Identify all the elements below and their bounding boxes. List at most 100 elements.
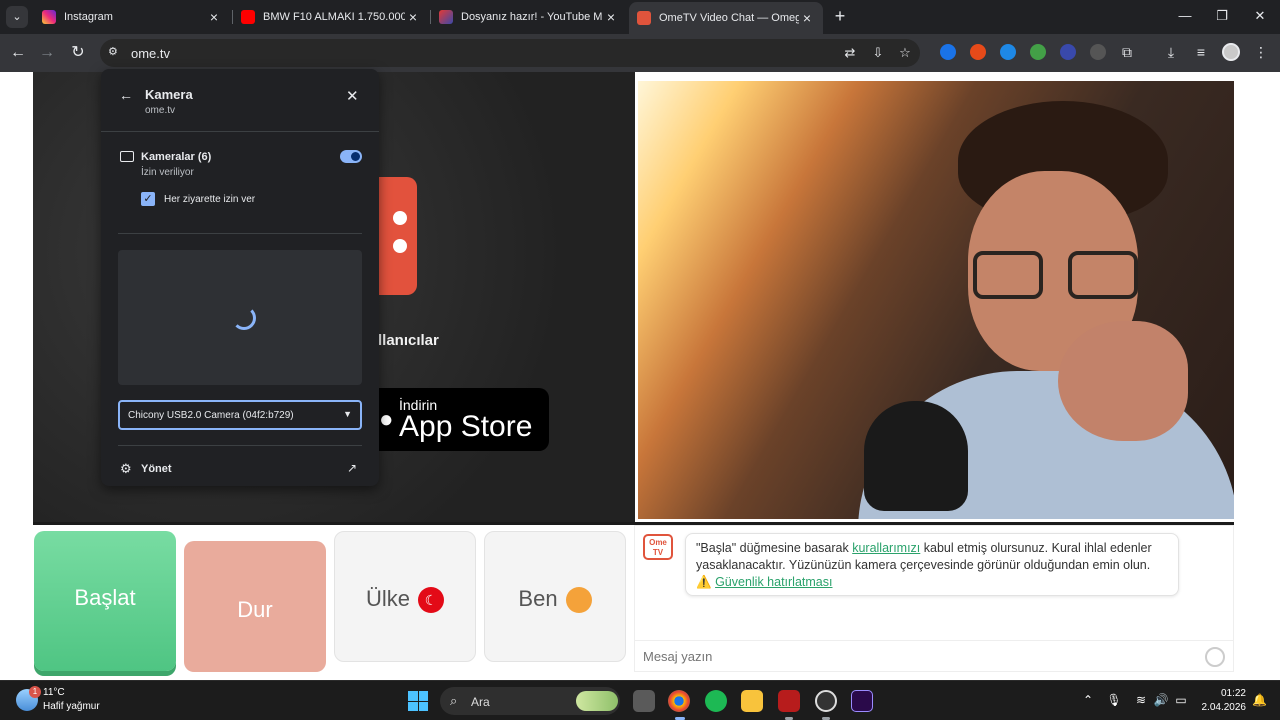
ometv-icon xyxy=(637,11,651,25)
taskbar-search[interactable]: ⌕ Ara xyxy=(440,687,620,715)
turkey-flag-icon: ☾ xyxy=(418,587,444,614)
extension-icon[interactable] xyxy=(1000,44,1016,60)
cameras-label: Kameralar (6) xyxy=(141,151,212,163)
youtube-icon xyxy=(241,10,255,24)
camera-icon xyxy=(120,151,134,162)
system-message: "Başla" düğmesine basarak kurallarımızı … xyxy=(685,533,1179,596)
close-tab-icon[interactable]: × xyxy=(603,9,619,25)
new-tab-button[interactable]: + xyxy=(830,6,850,26)
close-tab-icon[interactable]: × xyxy=(799,10,815,26)
forward-button[interactable]: → xyxy=(36,42,58,64)
ometv-logo: Ome TV xyxy=(643,534,673,560)
message-input[interactable] xyxy=(643,649,1183,664)
close-tab-icon[interactable]: × xyxy=(206,9,222,25)
start-button[interactable]: Başlat xyxy=(34,531,176,671)
bookmark-star-icon[interactable]: ☆ xyxy=(897,45,913,61)
windows-taskbar: 1 11°C Hafif yağmur ⌕ Ara ⌃ 🎙 ≋ 🔊 ▭ 01:2… xyxy=(0,680,1280,720)
system-clock[interactable]: 01:22 2.04.2026 xyxy=(1196,687,1247,715)
reload-button[interactable]: ↻ xyxy=(67,42,89,64)
weather-temp: 11°C xyxy=(43,687,65,698)
file-explorer-icon[interactable] xyxy=(741,690,763,712)
rules-link[interactable]: kurallarımızı xyxy=(852,541,920,555)
media-control-icon[interactable]: ≡ xyxy=(1192,43,1210,61)
download-icon[interactable]: ⤓ xyxy=(1162,43,1180,61)
extension-icon[interactable] xyxy=(1060,44,1076,60)
menu-kebab-icon[interactable]: ⋮ xyxy=(1252,43,1270,61)
shield-extension-icon[interactable] xyxy=(1030,44,1046,60)
voicemeeter-icon[interactable] xyxy=(778,690,800,712)
premiere-pro-icon[interactable] xyxy=(851,690,873,712)
address-bar[interactable]: ⚙ ome.tv ⇄ ⇩ ☆ xyxy=(100,39,920,67)
translate-icon[interactable]: ⇄ xyxy=(842,45,858,61)
divider xyxy=(118,445,362,446)
battery-icon[interactable]: ▭ xyxy=(1173,693,1189,707)
chat-panel: Ome TV "Başla" düğmesine basarak kuralla… xyxy=(634,525,1234,672)
task-view-icon[interactable] xyxy=(633,690,655,712)
dropdown-caret-icon: ▼ xyxy=(343,409,352,419)
weather-desc: Hafif yağmur xyxy=(43,701,100,712)
show-hidden-icons[interactable]: ⌃ xyxy=(1080,693,1096,707)
close-window-button[interactable]: ✕ xyxy=(1250,6,1270,26)
manage-link[interactable]: Yönet xyxy=(141,463,172,475)
instagram-icon xyxy=(42,10,56,24)
camera-preview xyxy=(118,250,362,385)
back-button[interactable]: ← xyxy=(7,42,29,64)
external-link-icon[interactable]: ↗ xyxy=(347,461,357,475)
stop-button[interactable]: Dur xyxy=(184,541,326,672)
spotify-icon[interactable] xyxy=(705,690,727,712)
profile-avatar[interactable] xyxy=(1222,43,1240,61)
extension-icon[interactable] xyxy=(940,44,956,60)
microphone-icon[interactable]: 🎙 xyxy=(1106,693,1122,707)
divider xyxy=(118,233,362,234)
loading-spinner-icon xyxy=(232,306,256,330)
warning-icon: ⚠️ xyxy=(696,575,712,589)
allow-every-visit-checkbox[interactable]: ✓ xyxy=(141,192,155,206)
tab-instagram[interactable]: Instagram × xyxy=(34,4,230,30)
wifi-icon[interactable]: ≋ xyxy=(1133,693,1149,707)
remote-video xyxy=(638,81,1234,519)
safety-reminder-link[interactable]: Güvenlik hatırlatması xyxy=(715,575,832,589)
camera-permission-popup: ← Kamera ome.tv ✕ Kameralar (6) İzin ver… xyxy=(101,69,379,486)
search-icon: ⌕ xyxy=(450,693,458,708)
volume-icon[interactable]: 🔊 xyxy=(1153,693,1169,707)
close-icon[interactable]: ✕ xyxy=(346,87,359,105)
country-button[interactable]: Ülke ☾ xyxy=(334,531,476,662)
extension-icon[interactable] xyxy=(1090,44,1106,60)
message-input-bar xyxy=(635,640,1233,672)
app-store-badge[interactable]: ● İndirin App Store xyxy=(379,388,549,451)
popup-title: Kamera xyxy=(145,87,193,102)
emoji-icon[interactable] xyxy=(1205,647,1225,667)
camera-select[interactable]: Chicony USB2.0 Camera (04f2:b729) ▼ xyxy=(118,400,362,430)
mp3-converter-icon xyxy=(439,10,453,24)
notification-bell-icon[interactable]: 🔔 xyxy=(1252,693,1268,709)
divider xyxy=(101,131,379,132)
start-menu-icon[interactable] xyxy=(408,691,428,711)
browser-toolbar: ← → ↻ ⚙ ome.tv ⇄ ⇩ ☆ ⧉ ⤓ ≡ ⋮ xyxy=(0,34,1280,72)
weather-badge: 1 xyxy=(29,686,41,698)
search-highlight-image xyxy=(576,691,618,711)
page-scrollbar-track[interactable] xyxy=(1234,72,1269,524)
video-glasses xyxy=(973,251,1043,299)
install-app-icon[interactable]: ⇩ xyxy=(870,45,886,61)
video-glasses xyxy=(1068,251,1138,299)
tab-strip: ⌄ Instagram × BMW F10 ALMAKI 1.750.000 T… xyxy=(0,0,1280,34)
tab-mp3[interactable]: Dosyanız hazır! - YouTube MP3 × xyxy=(431,4,627,30)
camera-permission-toggle[interactable] xyxy=(340,150,362,163)
apple-icon: ● xyxy=(379,406,394,433)
extensions-puzzle-icon[interactable]: ⧉ xyxy=(1118,43,1136,61)
me-button[interactable]: Ben xyxy=(484,531,626,662)
tab-ometv[interactable]: OmeTV Video Chat — Omegle × xyxy=(629,2,823,34)
chrome-icon[interactable] xyxy=(668,690,690,712)
extension-icon[interactable] xyxy=(970,44,986,60)
video-microphone xyxy=(864,401,968,511)
site-info-icon[interactable]: ⚙ xyxy=(108,45,122,59)
permission-status: İzin veriliyor xyxy=(141,167,194,178)
close-tab-icon[interactable]: × xyxy=(405,9,421,25)
back-arrow-icon[interactable]: ← xyxy=(119,87,133,103)
tab-search-button[interactable]: ⌄ xyxy=(6,6,28,28)
tab-youtube[interactable]: BMW F10 ALMAKI 1.750.000 TL × xyxy=(233,4,429,30)
video-person-hand xyxy=(1058,321,1188,441)
maximize-button[interactable]: ❐ xyxy=(1212,6,1232,26)
minimize-button[interactable]: — xyxy=(1175,6,1195,26)
obs-icon[interactable] xyxy=(815,690,837,712)
